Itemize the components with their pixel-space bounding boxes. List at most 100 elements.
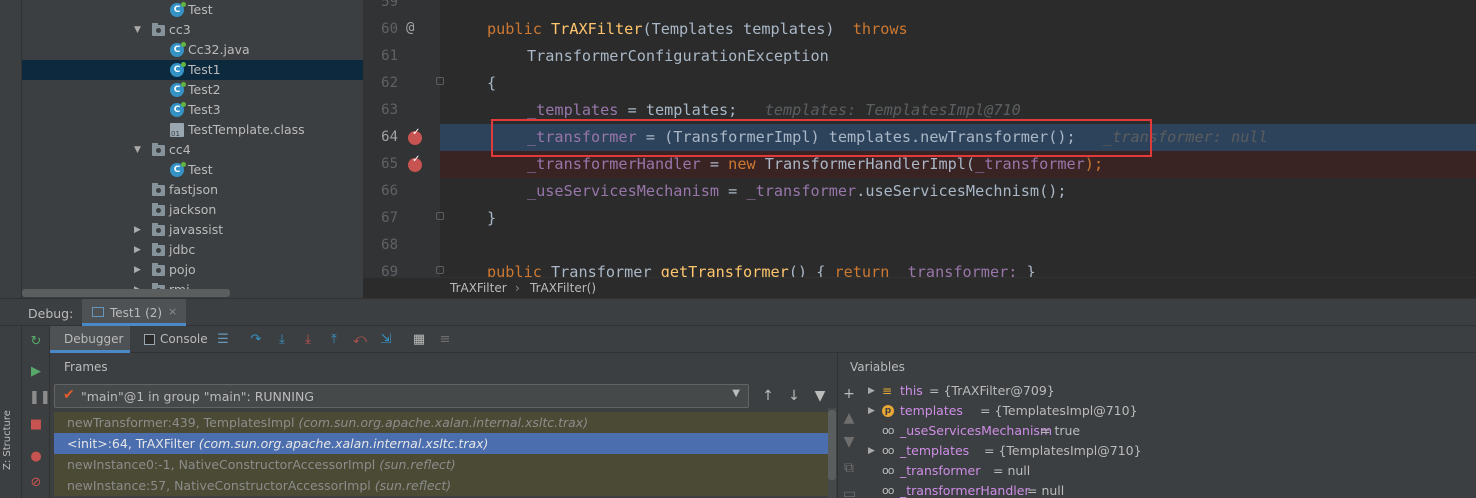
frame-up-icon[interactable]: ↑ xyxy=(759,387,777,405)
run-config-icon xyxy=(92,307,104,317)
frame-package: (sun.reflect) xyxy=(379,457,456,472)
variables-title: Variables xyxy=(850,360,905,374)
line-number: 67 xyxy=(381,210,398,226)
frame-method: <init>:64, TrAXFilter xyxy=(67,436,199,451)
variable-row[interactable]: ▶ oo _templates = {TemplatesImpl@710} xyxy=(860,441,1476,461)
close-icon[interactable]: × xyxy=(168,305,177,318)
stack-frame-row[interactable]: newInstance:57, NativeConstructorAccesso… xyxy=(54,475,835,496)
breakpoint-icon[interactable] xyxy=(408,154,422,172)
show-execution-point-icon[interactable]: ☰ xyxy=(215,332,231,348)
mute-breakpoints-icon[interactable]: ⊘ xyxy=(29,476,43,490)
variable-name: this xyxy=(900,383,923,398)
tree-item-testtemplate-class[interactable]: TestTemplate.class xyxy=(22,120,363,144)
structure-tool-button[interactable]: Z: Structure xyxy=(2,400,20,480)
expand-arrow-icon[interactable]: ▶ xyxy=(868,381,875,401)
stack-frame-row[interactable]: newTransformer:439, TemplatesImpl (com.s… xyxy=(54,412,835,433)
expand-arrow-icon[interactable]: ▶ xyxy=(868,401,875,421)
line-number: 64 xyxy=(381,129,398,145)
keyword: throws xyxy=(852,20,908,38)
horizontal-scrollbar[interactable] xyxy=(22,289,230,297)
collapsed-arrow-icon[interactable]: ▶ xyxy=(134,260,144,280)
tree-item-cc32-java[interactable]: C Cc32.java xyxy=(22,40,363,60)
tree-item-pojo[interactable]: ▶ pojo xyxy=(22,260,363,280)
thread-selector[interactable]: ✔ "main"@1 in group "main": RUNNING ▼ xyxy=(54,384,749,408)
variable-row[interactable]: oo _useServicesMechanism = true xyxy=(860,421,1476,441)
expand-arrow-icon[interactable]: ▶ xyxy=(868,441,875,461)
class-icon: C xyxy=(170,2,186,17)
stack-frame-row[interactable]: newInstance0:-1, NativeConstructorAccess… xyxy=(54,454,835,475)
view-breakpoints-icon[interactable]: ● xyxy=(29,450,43,464)
variable-value: = {TrAXFilter@709} xyxy=(929,383,1055,398)
tree-item-label: cc3 xyxy=(169,22,191,37)
code-text: .useServicesMechnism(); xyxy=(856,182,1067,200)
tree-item-test[interactable]: C Test xyxy=(22,0,363,20)
copy-icon[interactable]: ⧉ xyxy=(843,461,855,475)
tree-item-fastjson[interactable]: fastjson xyxy=(22,180,363,200)
line-number: 60 xyxy=(381,21,398,37)
drop-frame-icon[interactable]: ⤺ xyxy=(352,332,368,348)
tree-item-test2[interactable]: C Test2 xyxy=(22,80,363,100)
rerun-icon[interactable]: ↻ xyxy=(29,335,43,349)
code-text: = xyxy=(700,155,729,173)
tree-item-test3[interactable]: C Test3 xyxy=(22,100,363,120)
breadcrumb-item[interactable]: TrAXFilter() xyxy=(530,278,596,298)
step-into-icon[interactable]: ⤓ xyxy=(274,332,290,348)
class-icon: C xyxy=(170,102,186,117)
variable-name: _transformer xyxy=(900,463,981,478)
filter-icon[interactable]: ▼ xyxy=(811,387,829,405)
code-line-63: _templates = templates; templates: Templ… xyxy=(527,101,1021,119)
breadcrumb-item[interactable]: TrAXFilter xyxy=(450,278,507,298)
variable-row[interactable]: oo _transformerHandler = null xyxy=(860,481,1476,498)
step-out-icon[interactable]: ⤒ xyxy=(326,332,342,348)
force-step-into-icon[interactable]: ⤓ xyxy=(300,332,316,348)
code-text: (Templates templates) xyxy=(642,20,853,38)
override-marker-icon[interactable]: @ xyxy=(406,20,414,36)
tab-debugger[interactable]: Debugger xyxy=(50,326,130,353)
tab-console[interactable]: Console xyxy=(136,326,216,353)
debug-session-tab[interactable]: Test1 (2) × xyxy=(82,299,186,326)
code-text: TransformerHandlerImpl( xyxy=(755,155,976,173)
stop-icon[interactable]: ■ xyxy=(29,418,43,432)
evaluate-expression-icon[interactable]: ▦ xyxy=(411,332,427,348)
tree-item-test[interactable]: C Test xyxy=(22,160,363,180)
keyword: new xyxy=(728,155,756,173)
class-file-icon xyxy=(170,123,184,144)
breakpoint-icon[interactable] xyxy=(408,127,422,145)
frame-down-icon[interactable]: ↓ xyxy=(785,387,803,405)
line-number: 66 xyxy=(381,183,398,199)
tool-window-stripe xyxy=(0,0,22,298)
variable-row[interactable]: ▶ ≡ this = {TrAXFilter@709} xyxy=(860,381,1476,401)
variable-row[interactable]: oo _transformer = null xyxy=(860,461,1476,481)
tree-item-jdbc[interactable]: ▶ jdbc xyxy=(22,240,363,260)
run-to-cursor-icon[interactable]: ⇲ xyxy=(378,332,394,348)
stack-frame-row[interactable]: <init>:64, TrAXFilter (com.sun.org.apach… xyxy=(54,433,835,454)
up-icon[interactable]: ▲ xyxy=(843,411,855,425)
expanded-arrow-icon[interactable]: ▼ xyxy=(134,140,144,160)
variable-row[interactable]: ▶ p templates = {TemplatesImpl@710} xyxy=(860,401,1476,421)
tree-item-test1[interactable]: C Test1 xyxy=(22,60,363,80)
tree-item-cc4[interactable]: ▼ cc4 xyxy=(22,140,363,160)
resume-icon[interactable]: ▶ xyxy=(29,365,43,379)
fold-marker-icon[interactable] xyxy=(436,77,444,85)
console-icon xyxy=(144,334,155,345)
line-number: 63 xyxy=(381,102,398,118)
vertical-scrollbar[interactable] xyxy=(828,408,836,498)
more-icon[interactable]: ▭ xyxy=(843,487,856,498)
code-line-62: { xyxy=(487,74,497,92)
tree-item-jackson[interactable]: jackson xyxy=(22,200,363,220)
variable-name: _useServicesMechanism xyxy=(900,423,1053,438)
down-icon[interactable]: ▼ xyxy=(843,435,855,449)
step-over-icon[interactable]: ↷ xyxy=(248,332,264,348)
collapsed-arrow-icon[interactable]: ▶ xyxy=(134,220,144,240)
pause-icon[interactable]: ❚❚ xyxy=(29,391,51,405)
expanded-arrow-icon[interactable]: ▼ xyxy=(134,20,144,40)
tree-item-cc3[interactable]: ▼ cc3 xyxy=(22,20,363,40)
collapsed-arrow-icon[interactable]: ▶ xyxy=(134,240,144,260)
fold-marker-icon[interactable] xyxy=(436,212,444,220)
fold-marker-icon[interactable] xyxy=(436,266,444,274)
line-number: 68 xyxy=(381,237,398,253)
trace-icon[interactable]: ≡ xyxy=(437,332,453,348)
add-watch-icon[interactable]: + xyxy=(843,387,855,401)
code-line-65: _transformerHandler = new TransformerHan… xyxy=(527,155,1103,173)
tree-item-javassist[interactable]: ▶ javassist xyxy=(22,220,363,240)
